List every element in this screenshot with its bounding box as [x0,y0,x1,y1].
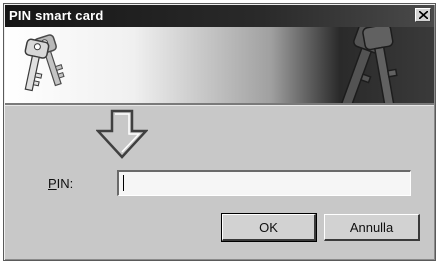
arrow-down-icon [96,109,148,159]
cancel-button[interactable]: Annulla [324,214,420,241]
close-button[interactable] [415,8,431,22]
pin-input[interactable] [117,170,411,196]
text-caret [123,175,124,191]
keys-icon [24,34,65,92]
pin-label: PIN: [48,176,73,191]
pin-label-text: IN: [56,176,74,191]
ok-button[interactable]: OK [221,213,317,242]
banner-separator [5,103,434,106]
title-bar[interactable]: PIN smart card [5,5,434,27]
window-title: PIN smart card [9,8,104,23]
banner [5,27,434,103]
keys-watermark-icon [340,27,398,103]
pin-dialog: PIN smart card PIN: OK Annulla [3,3,436,261]
close-icon [419,11,428,19]
pin-label-accelerator: P [48,176,57,191]
